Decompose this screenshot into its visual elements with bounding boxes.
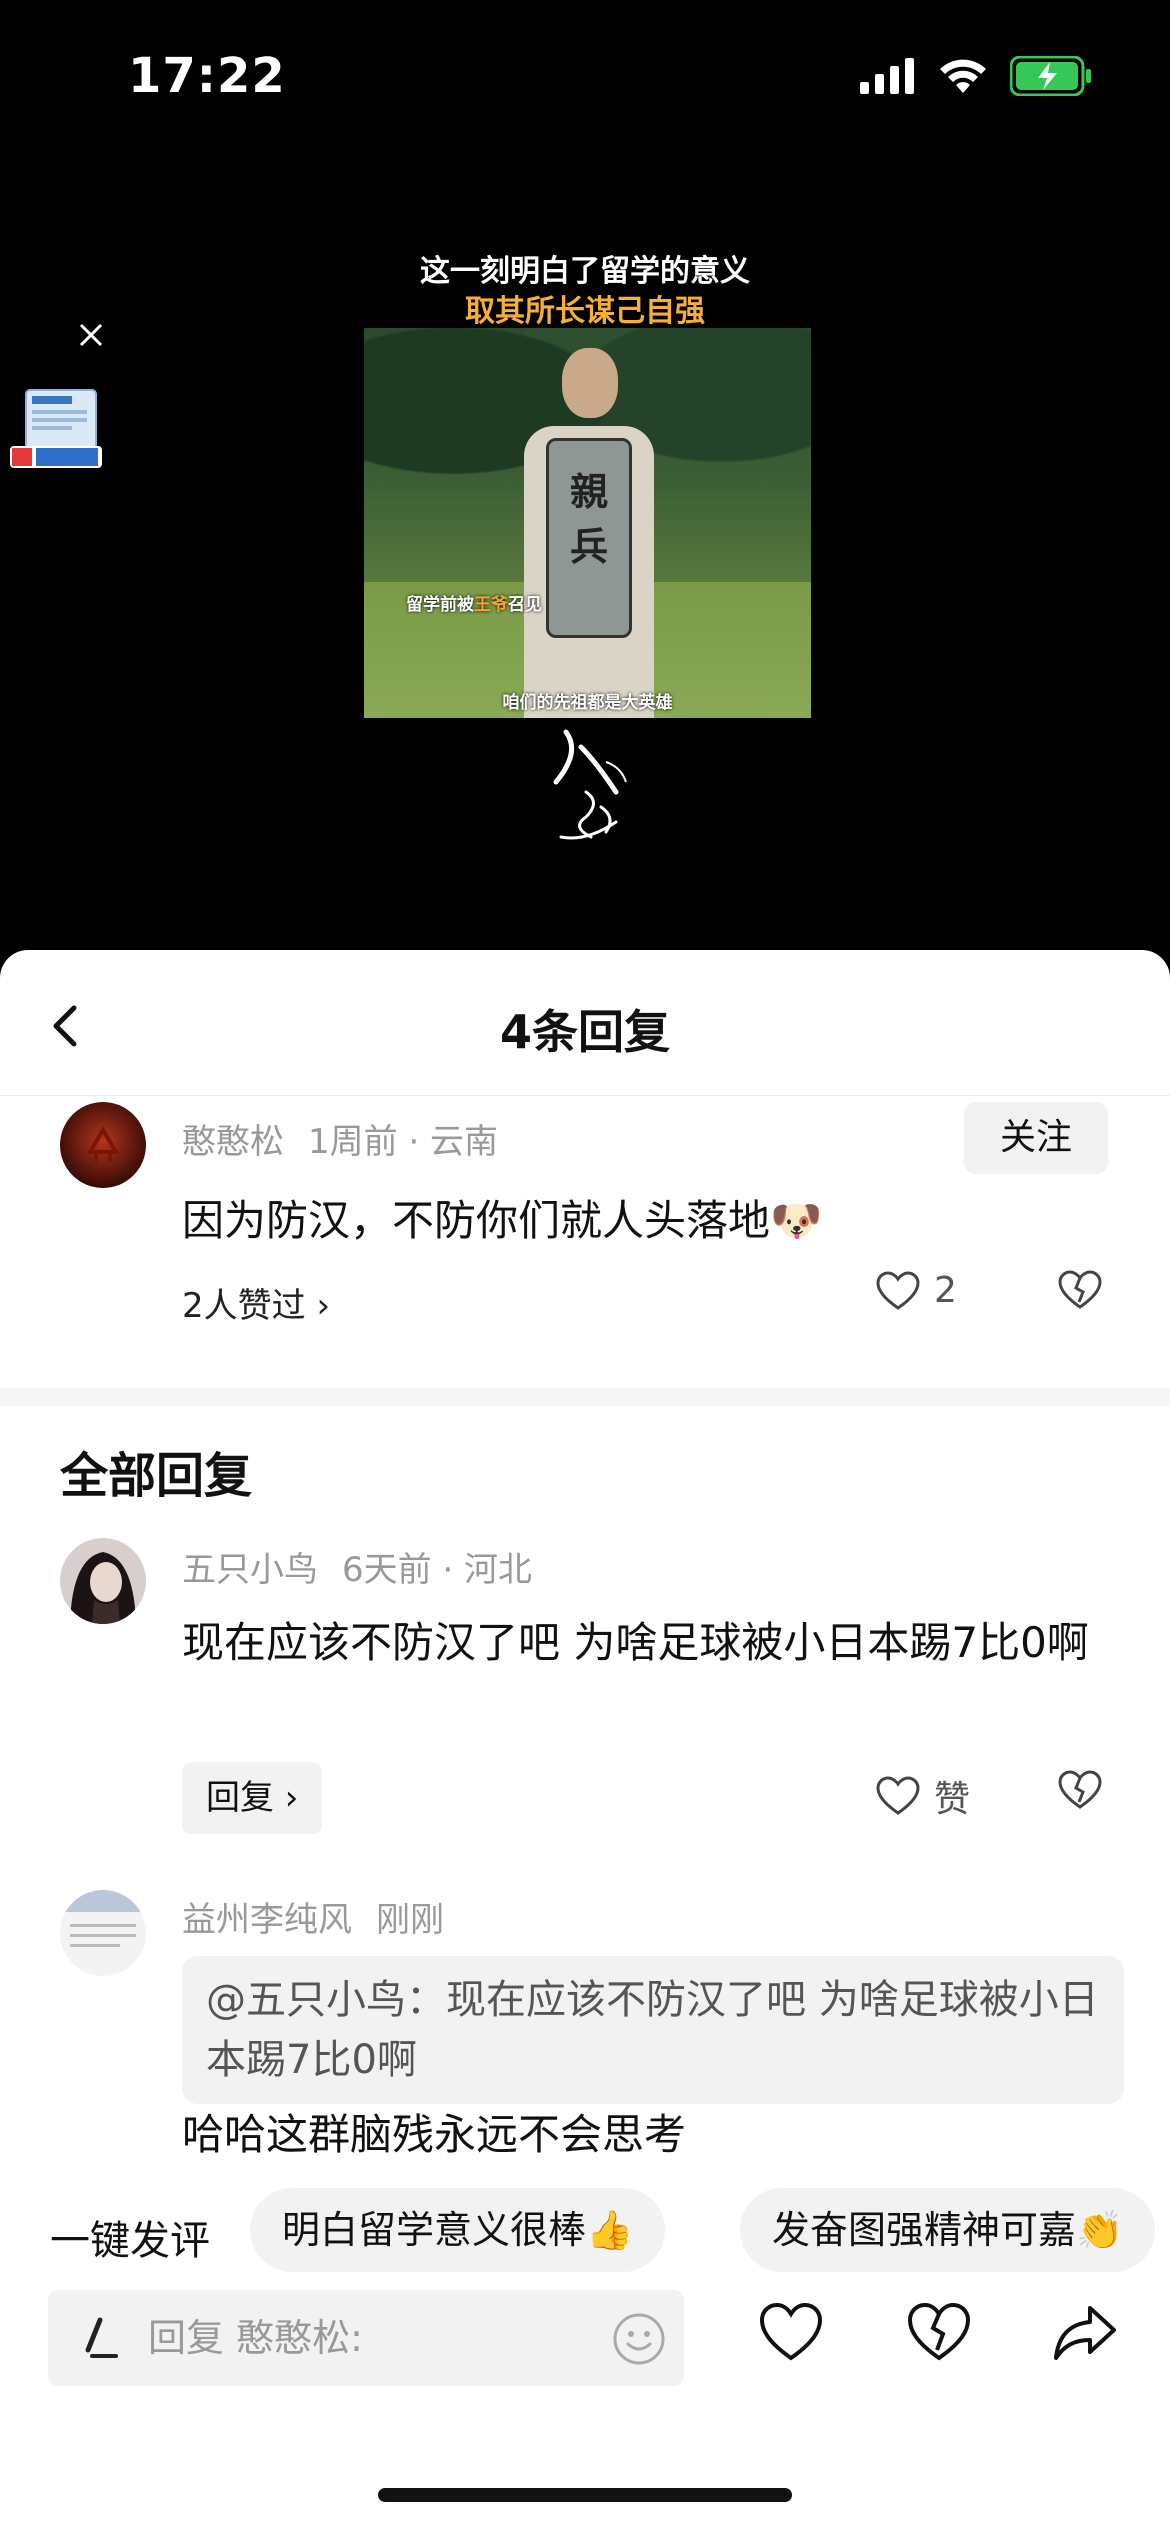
quoted-reply: @五只小鸟：现在应该不防汉了吧 为啥足球被小日本踢7比0啊 <box>182 1956 1124 2104</box>
video-subtitle-2: 咱们的先祖都是大英雄 <box>502 693 673 713</box>
quick-comment-chip[interactable]: 发奋图强精神可嘉👏 <box>740 2188 1156 2272</box>
section-divider <box>0 1388 1170 1406</box>
heart-icon <box>876 1776 920 1815</box>
liked-by-link[interactable]: 2人赞过 › <box>182 1278 330 1327</box>
like-label: 赞 <box>934 1779 971 1820</box>
vest-character-1: 親 <box>569 469 608 514</box>
avatar[interactable] <box>60 1538 146 1624</box>
calligraphy-logo <box>546 722 636 852</box>
quick-comment-bar: 一键发评 明白留学意义很棒👍 发奋图强精神可嘉👏 <box>0 2170 1170 2290</box>
signal-icon <box>860 58 914 94</box>
sheet-title: 4条回复 <box>499 1005 670 1059</box>
emoji-icon[interactable] <box>612 2312 666 2366</box>
reply-author[interactable]: 五只小鸟 <box>182 1550 318 1590</box>
like-heart-icon[interactable] <box>758 2300 824 2366</box>
video-frame[interactable]: 親 兵 留学前被王爷召见 咱们的先祖都是大英雄 <box>364 328 811 718</box>
reply-input[interactable] <box>148 2290 608 2386</box>
reply-text: 哈哈这群脑残永远不会思考 <box>182 2110 687 2159</box>
avatar[interactable] <box>60 1890 146 1976</box>
reply-author[interactable]: 益州李纯风 <box>182 1900 352 1940</box>
quick-comment-chip[interactable]: 明白留学意义很棒👍 <box>250 2188 666 2272</box>
reply-time-location: 6天前 · 河北 <box>342 1550 533 1590</box>
reply-meta: 益州李纯风 刚刚 <box>182 1892 444 1941</box>
video-title-line1: 这一刻明白了留学的意义 <box>420 254 750 289</box>
reply-time: 刚刚 <box>376 1900 444 1940</box>
video-subtitle-1: 留学前被王爷召见 <box>406 595 542 615</box>
reply-meta: 五只小鸟 6天前 · 河北 <box>182 1542 532 1591</box>
reply-text: 现在应该不防汉了吧 为啥足球被小日本踢7比0啊 <box>182 1618 1089 1667</box>
all-replies-title: 全部回复 <box>60 1448 253 1504</box>
vest-character-2: 兵 <box>569 524 608 569</box>
comment-time-location: 1周前 · 云南 <box>308 1122 499 1162</box>
status-time: 17:22 <box>128 48 286 104</box>
pen-icon <box>78 2316 122 2360</box>
avatar[interactable] <box>60 1102 146 1188</box>
status-icons <box>860 56 1092 96</box>
doge-emoji: 🐶 <box>770 1196 823 1245</box>
dislike-broken-heart-icon[interactable] <box>906 2300 972 2366</box>
sheet-header: 4条回复 <box>0 950 1170 1096</box>
home-indicator[interactable] <box>378 2488 792 2502</box>
comment-text: 因为防汉，不防你们就人头落地🐶 <box>182 1196 823 1245</box>
like-count: 2 <box>934 1270 957 1311</box>
battery-charging-icon <box>1010 56 1091 96</box>
broken-heart-icon <box>1058 1270 1102 1309</box>
comment-author[interactable]: 憨憨松 <box>182 1122 284 1162</box>
heart-icon <box>876 1270 920 1310</box>
dislike-button[interactable] <box>1058 1270 1102 1310</box>
video-title-line2: 取其所长谋己自强 <box>465 294 705 329</box>
like-button[interactable]: 2 <box>876 1270 957 1311</box>
reply-button[interactable]: 回复 › <box>182 1762 323 1834</box>
video-soldier-figure: 親 兵 <box>524 348 654 718</box>
follow-button[interactable]: 关注 <box>964 1102 1108 1174</box>
ad-thumbnail[interactable] <box>6 384 106 474</box>
dislike-button[interactable] <box>1058 1770 1102 1810</box>
quick-comment-label: 一键发评 <box>50 2218 210 2264</box>
reply-input-box[interactable] <box>48 2290 684 2386</box>
comment-meta: 憨憨松 1周前 · 云南 <box>182 1114 498 1163</box>
share-arrow-icon[interactable] <box>1052 2300 1118 2366</box>
wifi-icon <box>940 59 986 93</box>
broken-heart-icon <box>1058 1770 1102 1809</box>
like-button[interactable]: 赞 <box>876 1770 970 1822</box>
